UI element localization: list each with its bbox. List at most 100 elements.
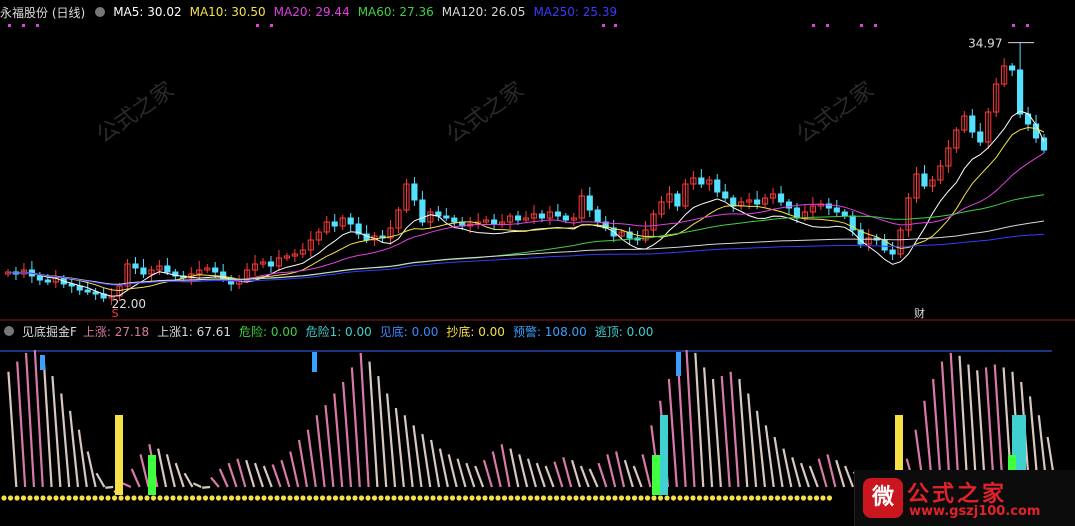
histogram-bar (747, 393, 758, 488)
candle-body (833, 207, 840, 213)
collapse-icon[interactable] (95, 7, 106, 17)
histogram-bar (482, 459, 493, 488)
indicator-label-5: 抄底: 0.00 (446, 324, 505, 339)
baseline-dot (326, 495, 332, 501)
baseline-dot (651, 495, 657, 501)
histogram-bar (588, 468, 599, 488)
candle-body (586, 195, 593, 211)
baseline-dot (27, 495, 33, 501)
indicator-label-0: 上涨: 27.18 (82, 324, 150, 339)
baseline-dot (410, 495, 417, 501)
histogram-bar (614, 451, 626, 488)
baseline-dot (209, 495, 215, 501)
baseline-dot (586, 495, 592, 501)
histogram-bar (51, 376, 62, 488)
baseline-dot (235, 495, 241, 501)
baseline-dot (664, 495, 670, 501)
collapse-icon[interactable] (4, 326, 14, 336)
baseline-dot (111, 495, 118, 501)
candle-body (331, 221, 338, 227)
baseline-dot (495, 495, 501, 501)
histogram-bar (359, 352, 370, 488)
candle-body (538, 213, 546, 219)
histogram-bar (289, 451, 300, 488)
baseline-dot (826, 495, 833, 501)
candle-body (969, 115, 976, 133)
baseline-dot (709, 495, 716, 501)
baseline-dot (430, 495, 436, 501)
baseline-dot (482, 495, 488, 501)
baseline-dot (157, 495, 163, 501)
candle-body (674, 193, 681, 207)
signal-dot (602, 24, 605, 27)
baseline-dot (768, 495, 774, 501)
baseline-dot (306, 495, 313, 501)
indicator-label-1: 上涨1: 67.61 (157, 324, 231, 339)
baseline-dot (332, 495, 339, 501)
candle-body (347, 217, 354, 225)
histogram-bar (509, 448, 520, 488)
baseline-dot (79, 495, 85, 501)
indicator-label-3: 危险1: 0.00 (305, 324, 372, 339)
candle-body (777, 193, 785, 203)
baseline-dot (677, 495, 683, 501)
histogram-bar (958, 355, 969, 488)
histogram-bar (844, 465, 854, 488)
baseline-dot (436, 495, 443, 501)
baseline-dot (670, 495, 677, 501)
baseline-dot (618, 495, 625, 501)
cai-mark: 财 (914, 306, 925, 320)
histogram-bar (597, 462, 608, 488)
histogram-bar (606, 454, 617, 488)
baseline-dot (800, 495, 807, 501)
candle-body (36, 275, 43, 281)
ma-label-2: MA20: 29.44 (273, 5, 350, 19)
candle-body (443, 215, 450, 219)
baseline-dot (449, 495, 456, 501)
histogram-bar (703, 367, 714, 488)
baseline-dot (313, 495, 319, 501)
histogram-bar (518, 454, 529, 488)
histogram-bar (24, 352, 36, 488)
baseline-dot (547, 495, 553, 501)
signal-dot (874, 24, 877, 27)
baseline-dot (592, 495, 599, 501)
baseline-dot (300, 495, 306, 501)
indicator-label-6: 预警: 108.00 (512, 324, 587, 339)
baseline-dot (690, 495, 696, 501)
baseline-dot (280, 495, 287, 501)
signal-dot (812, 24, 815, 27)
baseline-dot (443, 495, 449, 501)
histogram-bar (385, 393, 397, 488)
ma-line-MA250 (7, 233, 1045, 286)
histogram-bar (421, 433, 432, 488)
baseline-dot (1, 495, 7, 501)
histogram-bar (791, 457, 802, 488)
histogram-bar (130, 468, 141, 488)
high-label: 34.97 (968, 37, 1002, 51)
histogram-bar (623, 459, 634, 488)
candle-body (451, 217, 458, 223)
baseline-dot (573, 495, 579, 501)
baseline-dot (813, 495, 820, 501)
histogram-bar (403, 415, 414, 488)
baseline-dot (352, 495, 358, 501)
signal-dot (860, 24, 863, 27)
histogram-bar (641, 454, 652, 488)
signal-dot (256, 24, 259, 27)
baseline-dot (14, 495, 20, 501)
baseline-dot (521, 495, 527, 501)
baseline-dot (144, 495, 150, 501)
baseline-dot (761, 495, 768, 501)
baseline-dot (228, 495, 235, 501)
baseline-dot (378, 495, 384, 501)
stock-title: 永福股份 (日线) (0, 5, 86, 20)
baseline-dot (397, 495, 404, 501)
baseline-dot (475, 495, 482, 501)
histogram-bar (122, 482, 132, 489)
histogram-bar (676, 357, 687, 488)
baseline-dot (755, 495, 761, 501)
baseline-dot (371, 495, 378, 501)
ma-items: MA5: 30.02 MA10: 30.50 MA20: 29.44 MA60: 27… (113, 5, 625, 19)
histogram-bar (139, 454, 150, 488)
